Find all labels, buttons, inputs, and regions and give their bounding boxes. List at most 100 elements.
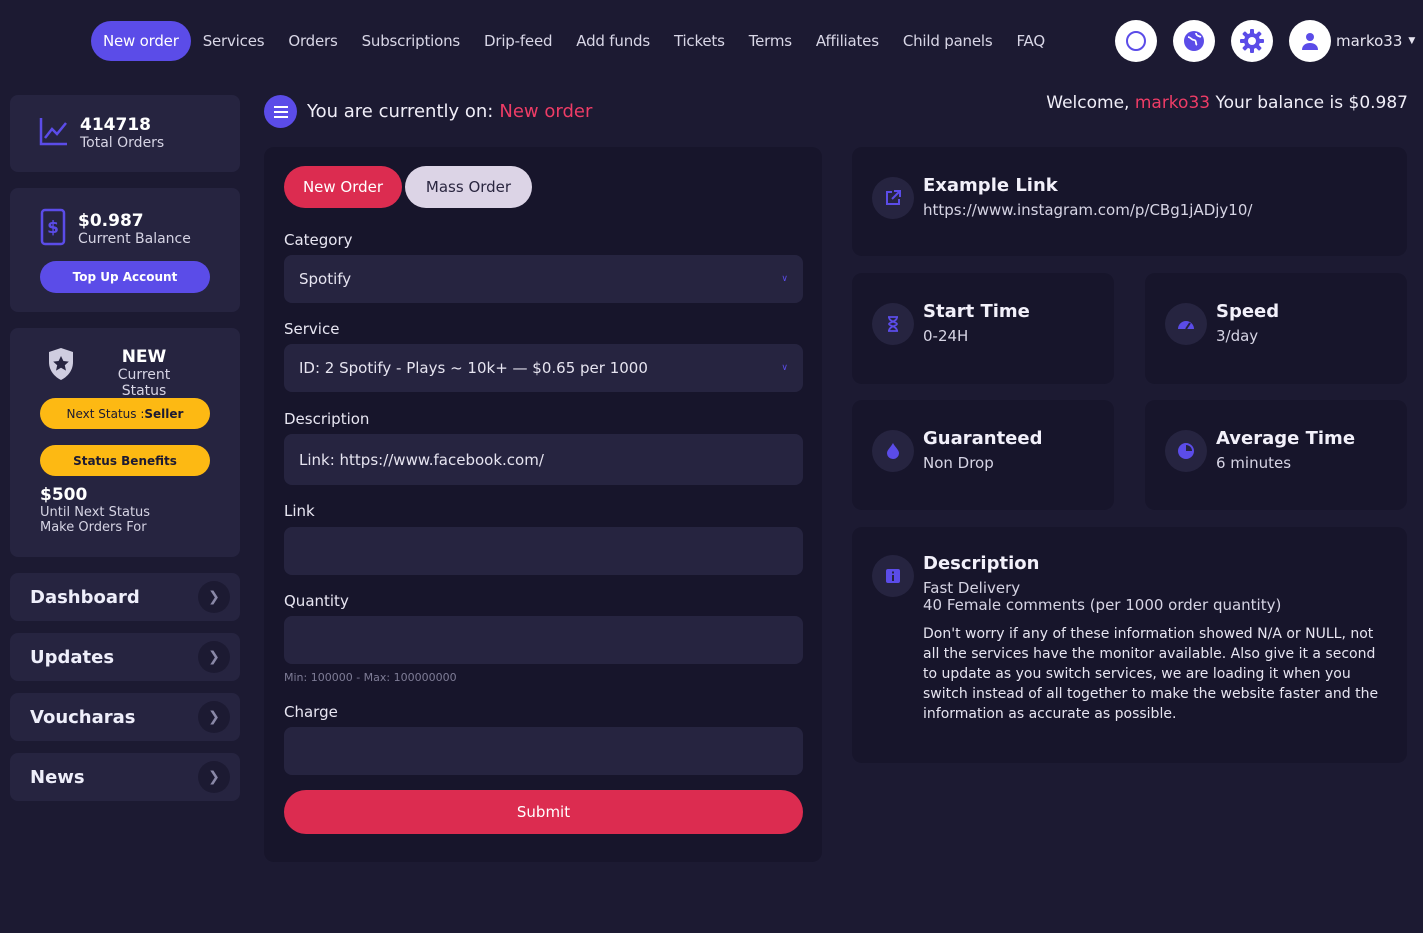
description-line-1: Fast Delivery (923, 579, 1021, 597)
sidebar-item-news[interactable]: News ❯ (10, 753, 240, 801)
settings-gear-icon[interactable] (1231, 20, 1273, 62)
average-time-value: 6 minutes (1216, 454, 1292, 472)
speedometer-icon (1165, 303, 1207, 345)
chevron-down-icon: ▼ (1408, 36, 1416, 46)
external-link-icon (872, 177, 914, 219)
nav-add-funds[interactable]: Add funds (576, 32, 650, 50)
service-label: Service (284, 320, 340, 338)
quantity-hint: Min: 100000 - Max: 100000000 (284, 671, 457, 684)
quantity-label: Quantity (284, 592, 349, 610)
chevron-right-icon: ❯ (198, 701, 230, 733)
status-name: NEW (121, 347, 167, 367)
svg-text:$: $ (47, 218, 59, 238)
nav-new-order[interactable]: New order (91, 21, 191, 61)
description-label: Description (284, 410, 370, 428)
speed-title: Speed (1216, 301, 1280, 322)
speed-card: Speed 3/day (1145, 273, 1407, 384)
start-time-value: 0-24H (923, 327, 969, 345)
next-status-prefix: Next Status : (66, 406, 145, 421)
status-label: Current Status (117, 367, 171, 399)
chevron-down-icon: ∨ (781, 274, 788, 284)
charge-field (284, 727, 803, 775)
info-icon (872, 555, 914, 597)
quantity-input[interactable] (284, 616, 803, 664)
next-status-value: Seller (144, 406, 184, 421)
sidebar-item-label: Voucharas (30, 706, 136, 728)
shield-star-icon (46, 346, 76, 386)
nav-drip-feed[interactable]: Drip-feed (484, 32, 552, 50)
sidebar-item-updates[interactable]: Updates ❯ (10, 633, 240, 681)
sidebar-item-voucharas[interactable]: Voucharas ❯ (10, 693, 240, 741)
dollar-doc-icon: $ (40, 208, 66, 250)
description-value: Link: https://www.facebook.com/ (299, 450, 544, 469)
category-select[interactable]: Spotify ∨ (284, 255, 803, 303)
hourglass-icon (872, 303, 914, 345)
nav-child-panels[interactable]: Child panels (903, 32, 993, 50)
chevron-right-icon: ❯ (198, 581, 230, 613)
average-time-card: Average Time 6 minutes (1145, 400, 1407, 510)
nav-orders[interactable]: Orders (288, 32, 337, 50)
nav-faq[interactable]: FAQ (1016, 32, 1045, 50)
breadcrumb-prefix: You are currently on: (307, 101, 494, 122)
example-link-card: Example Link https://www.instagram.com/p… (852, 147, 1407, 256)
chevron-down-icon: ∨ (781, 363, 788, 373)
tab-new-order[interactable]: New Order (284, 166, 402, 208)
menu-list-icon[interactable] (264, 95, 297, 128)
example-link-value: https://www.instagram.com/p/CBg1jADjy10/ (923, 201, 1253, 219)
nav-tickets[interactable]: Tickets (674, 32, 725, 50)
nav-services[interactable]: Services (203, 32, 265, 50)
sidebar-item-label: Dashboard (30, 586, 140, 608)
water-drop-icon (872, 430, 914, 472)
start-time-card: Start Time 0-24H (852, 273, 1114, 384)
service-value: ID: 2 Spotify - Plays ~ 10k+ — $0.65 per… (299, 359, 648, 377)
order-form: New Order Mass Order Category Spotify ∨ … (264, 147, 822, 862)
sidebar-item-label: Updates (30, 646, 115, 668)
welcome-username: marko33 (1134, 93, 1211, 113)
nav-affiliates[interactable]: Affiliates (816, 32, 879, 50)
top-nav: New order Services Orders Subscriptions … (91, 21, 1069, 61)
description-field[interactable]: Link: https://www.facebook.com/ (284, 434, 803, 485)
link-input[interactable] (284, 527, 803, 575)
breadcrumb: You are currently on: New order (264, 95, 592, 128)
status-line-2: Make Orders For (40, 520, 147, 535)
top-actions: marko33 ▼ (1115, 20, 1415, 62)
globe-icon[interactable] (1173, 20, 1215, 62)
welcome-balance: Your balance is $0.987 (1215, 93, 1409, 113)
description-title: Description (923, 553, 1040, 574)
guaranteed-value: Non Drop (923, 454, 994, 472)
speed-value: 3/day (1216, 327, 1259, 345)
guaranteed-card: Guaranteed Non Drop (852, 400, 1114, 510)
total-orders-label: Total Orders (80, 134, 165, 151)
welcome-message: Welcome, marko33 Your balance is $0.987 (1046, 93, 1408, 113)
nav-subscriptions[interactable]: Subscriptions (362, 32, 461, 50)
average-time-title: Average Time (1216, 428, 1356, 449)
guaranteed-title: Guaranteed (923, 428, 1043, 449)
tab-mass-order[interactable]: Mass Order (405, 166, 532, 208)
charge-label: Charge (284, 703, 338, 721)
link-label: Link (284, 502, 315, 520)
user-menu[interactable]: marko33 ▼ (1289, 20, 1415, 62)
sidebar-item-label: News (30, 766, 85, 788)
example-link-title: Example Link (923, 175, 1058, 196)
theme-toggle-icon[interactable] (1115, 20, 1157, 62)
status-amount: $500 (40, 485, 88, 505)
category-label: Category (284, 231, 353, 249)
breadcrumb-current: New order (499, 101, 593, 122)
category-value: Spotify (299, 270, 352, 288)
next-status-button[interactable]: Next Status : Seller (40, 398, 210, 429)
description-body: Don't worry if any of these information … (923, 626, 1379, 722)
status-benefits-button[interactable]: Status Benefits (40, 445, 210, 476)
top-up-button[interactable]: Top Up Account (40, 261, 210, 293)
balance-label: Current Balance (78, 230, 191, 247)
username: marko33 (1336, 32, 1403, 50)
service-select[interactable]: ID: 2 Spotify - Plays ~ 10k+ — $0.65 per… (284, 344, 803, 392)
description-line-2: 40 Female comments (per 1000 order quant… (923, 596, 1282, 614)
balance-value: $0.987 (78, 210, 144, 231)
submit-button[interactable]: Submit (284, 790, 803, 834)
nav-terms[interactable]: Terms (749, 32, 792, 50)
sidebar-item-dashboard[interactable]: Dashboard ❯ (10, 573, 240, 621)
total-orders-value: 414718 (80, 114, 151, 135)
pie-clock-icon (1165, 430, 1207, 472)
welcome-prefix: Welcome, (1046, 93, 1130, 113)
balance-card: $ $0.987 Current Balance Top Up Account (10, 188, 240, 312)
